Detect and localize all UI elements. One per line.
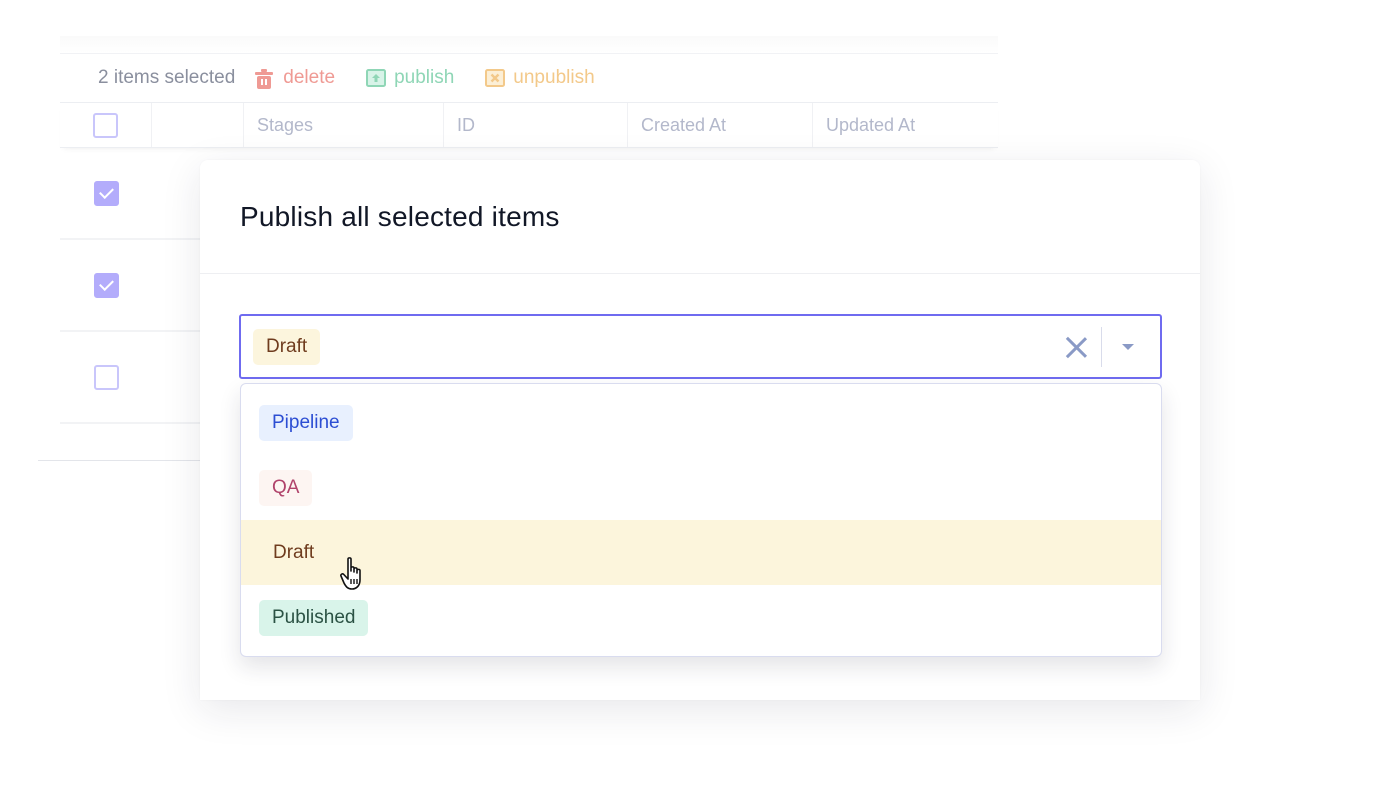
row-checkbox[interactable] [93,364,119,390]
publish-button[interactable]: publish [366,67,454,89]
header-select-all [60,103,152,147]
option-qa[interactable]: QA [241,455,1161,520]
selected-count: 2 items selected [98,67,236,88]
table-header: Stages ID Created At Updated At [60,103,998,148]
option-label: Published [259,599,369,636]
publish-modal: Publish all selected items Draft Pipelin… [200,160,1200,700]
selected-stage-chip: Draft [253,328,321,365]
option-label: QA [259,469,313,506]
option-draft[interactable]: Draft [241,520,1161,585]
modal-title: Publish all selected items [240,200,560,232]
trash-icon [255,69,274,89]
option-label: Pipeline [259,404,353,441]
header-id[interactable]: ID [444,103,628,147]
publish-label: publish [394,67,455,88]
caret-down-icon[interactable] [1122,344,1134,350]
delete-button[interactable]: delete [255,67,335,89]
upload-box-icon [366,69,387,87]
row-checkbox[interactable] [93,272,119,298]
stage-dropdown-menu: Pipeline QA Draft Published [240,383,1162,657]
close-icon[interactable] [1064,335,1088,359]
header-created-at[interactable]: Created At [628,103,813,147]
unpublish-label: unpublish [513,67,595,88]
header-stages[interactable]: Stages [244,103,444,147]
select-divider [1101,327,1102,367]
delete-label: delete [283,67,336,88]
header-updated-at[interactable]: Updated At [813,103,998,147]
header-actions [152,103,244,147]
modal-header: Publish all selected items [200,160,1200,274]
select-all-checkbox[interactable] [93,112,118,138]
option-published[interactable]: Published [241,585,1161,650]
unpublish-button[interactable]: unpublish [485,67,595,89]
stage-select[interactable]: Draft [239,314,1162,379]
table-top-strip [60,36,998,54]
table-divider [38,460,218,461]
option-pipeline[interactable]: Pipeline [241,390,1161,455]
row-checkbox[interactable] [93,180,119,206]
option-label: Draft [273,541,315,563]
bulk-action-bar: 2 items selected delete publish unpublis… [60,54,998,103]
x-box-icon [485,69,506,87]
hand-pointer-cursor [340,557,361,590]
